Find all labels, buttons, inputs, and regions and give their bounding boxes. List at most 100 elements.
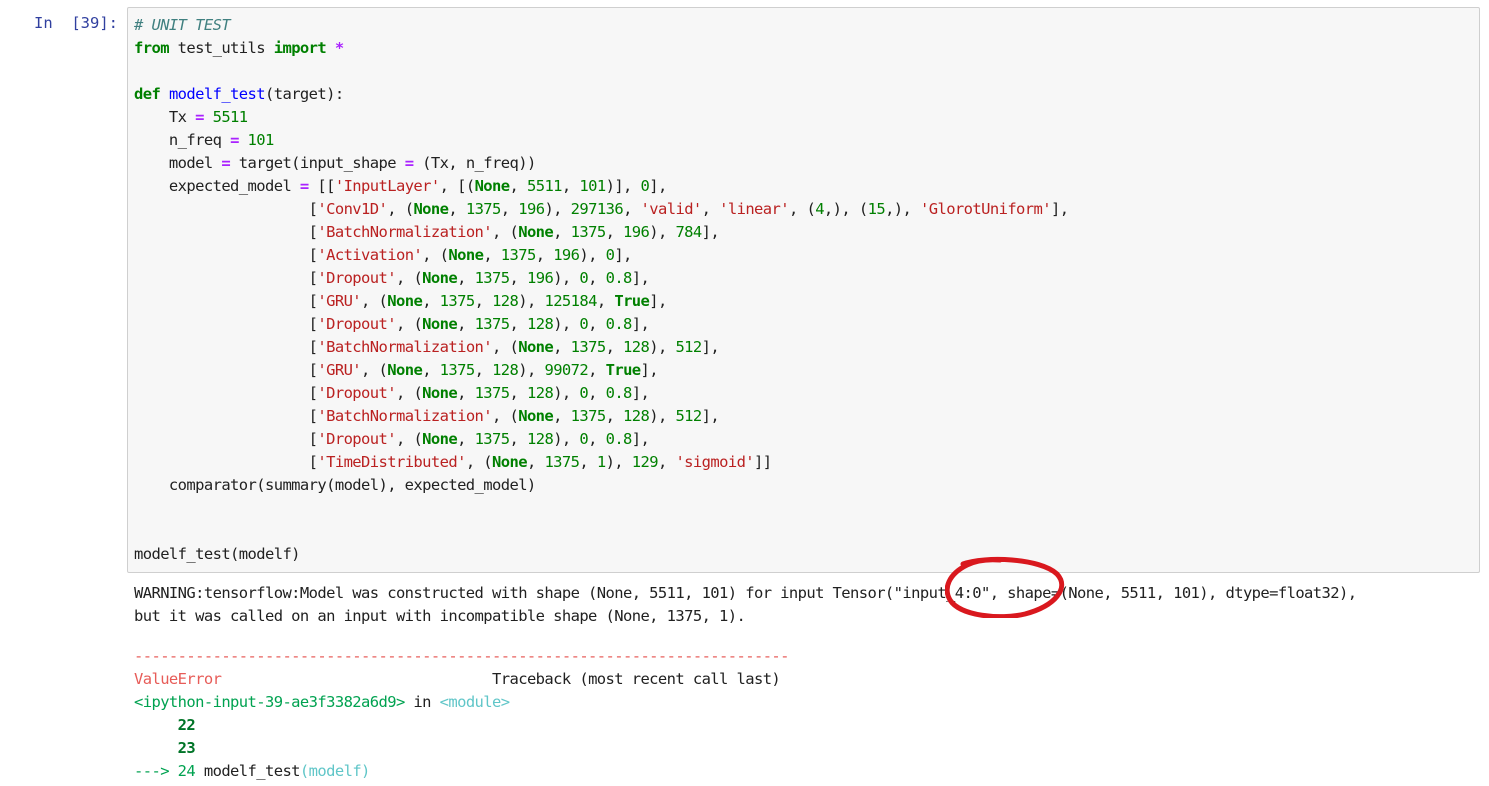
builtin-token: None [474, 177, 511, 195]
code-token: ), [553, 315, 571, 333]
number-token: 0 [579, 430, 589, 448]
code-token: , [361, 292, 370, 310]
code-token: , [588, 430, 597, 448]
number-token: 196 [623, 223, 650, 241]
number-token: 0.8 [605, 269, 633, 287]
number-token: 1375 [474, 384, 511, 402]
code-editor[interactable]: # UNIT TEST from test_utils import * def … [134, 14, 1069, 566]
code-token: , [492, 338, 501, 356]
string-token: 'BatchNormalization' [317, 407, 493, 425]
code-token: ), [518, 361, 536, 379]
code-token: , [457, 315, 466, 333]
code-token: , (None, 1375, 128), 0, 0.8], [395, 384, 650, 402]
number-token: 15 [867, 200, 886, 218]
code-token: )], [605, 177, 641, 195]
code-token: ( [509, 223, 519, 241]
source-module: <module> [439, 693, 510, 711]
code-token: , [509, 315, 519, 333]
code-token: target(input_shape [230, 154, 405, 172]
builtin-token: None [518, 407, 554, 425]
code-token: [ [134, 315, 318, 333]
code-token: [ [134, 338, 318, 356]
code-line: Tx = 5511 [134, 106, 1068, 129]
operator-token: * [334, 39, 344, 57]
code-token: , [657, 453, 667, 471]
code-token: ), [553, 384, 571, 402]
number-token: 1 [596, 453, 606, 471]
code-token: ], [701, 407, 720, 425]
code-token: , [483, 246, 493, 264]
code-token: ,), [885, 200, 912, 218]
code-token: , [422, 246, 431, 264]
code-token: ( [509, 407, 519, 425]
number-token: 1375 [474, 430, 511, 448]
code-token: , [588, 384, 597, 402]
code-token: , [788, 200, 798, 218]
code-token: ], [614, 246, 632, 264]
string-token: 'Dropout' [317, 384, 396, 402]
code-line: ['Activation', (None, 1375, 196), 0], [134, 244, 1068, 267]
number-token: 1375 [439, 292, 476, 310]
code-token: , [623, 200, 632, 218]
code-token: , [526, 453, 536, 471]
code-token: (target): [265, 85, 344, 103]
code-token: ]] [754, 453, 772, 471]
code-token: , [395, 384, 405, 402]
code-token: ,), [823, 200, 851, 218]
string-token: 'valid' [640, 200, 703, 218]
number-token: 1375 [570, 338, 607, 356]
code-line: ['TimeDistributed', (None, 1375, 1), 129… [134, 451, 1068, 474]
code-token: ], [631, 430, 650, 448]
code-token: ), [649, 407, 667, 425]
keyword-token: import [273, 39, 327, 57]
code-token: , [588, 361, 597, 379]
code-token: ], [631, 315, 650, 333]
operator-token: = [195, 108, 204, 126]
code-token: (Tx, n_freq)) [413, 154, 536, 172]
number-token: 1375 [570, 407, 607, 425]
code-token: ), [518, 292, 536, 310]
code-token: ], [1050, 200, 1069, 218]
builtin-token: None [518, 223, 554, 241]
code-token: , [588, 315, 597, 333]
code-token: , [509, 269, 519, 287]
code-token: , [448, 200, 458, 218]
number-token: 0 [579, 269, 589, 287]
code-token: [ [134, 361, 318, 379]
number-token: 0 [579, 384, 589, 402]
code-token: , [457, 269, 466, 287]
warning-line: but it was called on an input with incom… [134, 607, 746, 625]
number-token: 512 [675, 407, 702, 425]
code-token: [ [134, 407, 318, 425]
source-in: in [404, 693, 440, 711]
number-token: 125184 [544, 292, 597, 310]
code-token: , [387, 200, 396, 218]
number-token: 196 [553, 246, 580, 264]
number-token: 101 [579, 177, 606, 195]
code-token: , [553, 407, 562, 425]
code-token: , [509, 177, 527, 195]
code-line: ['GRU', (None, 1375, 128), 99072, True], [134, 359, 1068, 382]
stderr-output: WARNING:tensorflow:Model was constructed… [134, 582, 1357, 628]
code-token: ( [413, 430, 423, 448]
code-token: [ [134, 269, 318, 287]
code-token: , [492, 223, 501, 241]
builtin-token: None [422, 384, 458, 402]
code-line: # UNIT TEST [134, 14, 1068, 37]
code-token: n_freq [134, 131, 231, 149]
builtin-token: None [387, 361, 423, 379]
code-token: , (None, 1375, 1), 129, 'sigmoid']] [466, 453, 772, 471]
